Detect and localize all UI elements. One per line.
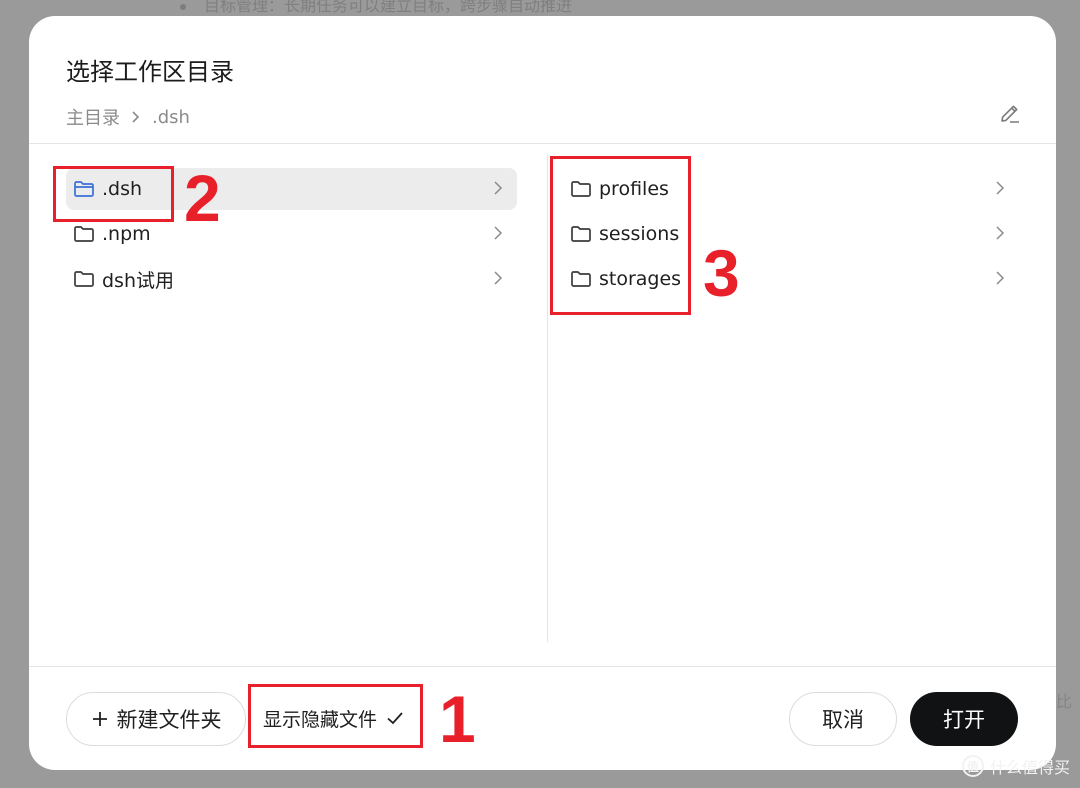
chevron-right-icon <box>494 226 503 240</box>
chevron-right-icon <box>996 271 1005 285</box>
background-text-fragment: 比 <box>1055 692 1072 711</box>
annotation-box-2 <box>53 166 174 222</box>
chevron-right-icon <box>494 271 503 285</box>
chevron-right-icon <box>996 181 1005 195</box>
cancel-button[interactable]: 取消 <box>789 692 897 746</box>
chevron-right-icon <box>132 111 140 123</box>
annotation-number-1: 1 <box>439 682 476 756</box>
breadcrumb-current: .dsh <box>152 106 190 128</box>
new-folder-button[interactable]: 新建文件夹 <box>66 692 246 746</box>
watermark-text: 什么值得买 <box>989 758 1070 777</box>
chevron-right-icon <box>996 226 1005 240</box>
breadcrumb-home[interactable]: 主目录 <box>66 104 120 130</box>
folder-icon <box>74 226 94 242</box>
footer-divider <box>29 666 1056 667</box>
column-divider <box>547 154 548 642</box>
new-folder-label: 新建文件夹 <box>116 708 222 732</box>
workspace-directory-dialog: 选择工作区目录 主目录 .dsh .dsh .npm dsh试用 profile… <box>29 16 1056 770</box>
background-document-text: 目标管理：长期任务可以建立目标，跨步骤自动推进 <box>180 0 880 15</box>
dialog-title: 选择工作区目录 <box>66 58 234 86</box>
folder-row-dsh-trial[interactable]: dsh试用 <box>66 258 517 300</box>
edit-path-icon[interactable] <box>998 102 1022 126</box>
watermark: 值 什么值得买 <box>961 754 1070 778</box>
plus-icon <box>92 712 107 726</box>
folder-label: .npm <box>102 223 151 245</box>
open-button[interactable]: 打开 <box>910 692 1018 746</box>
chevron-right-icon <box>494 181 503 195</box>
folder-icon <box>74 271 94 287</box>
breadcrumb: 主目录 .dsh <box>66 104 190 130</box>
folder-label: dsh试用 <box>102 269 175 292</box>
watermark-logo-icon: 值 <box>961 755 984 777</box>
annotation-number-3: 3 <box>703 236 740 310</box>
annotation-box-1 <box>248 684 423 748</box>
header-divider <box>29 143 1056 144</box>
annotation-box-3 <box>550 156 691 315</box>
annotation-number-2: 2 <box>184 161 221 235</box>
